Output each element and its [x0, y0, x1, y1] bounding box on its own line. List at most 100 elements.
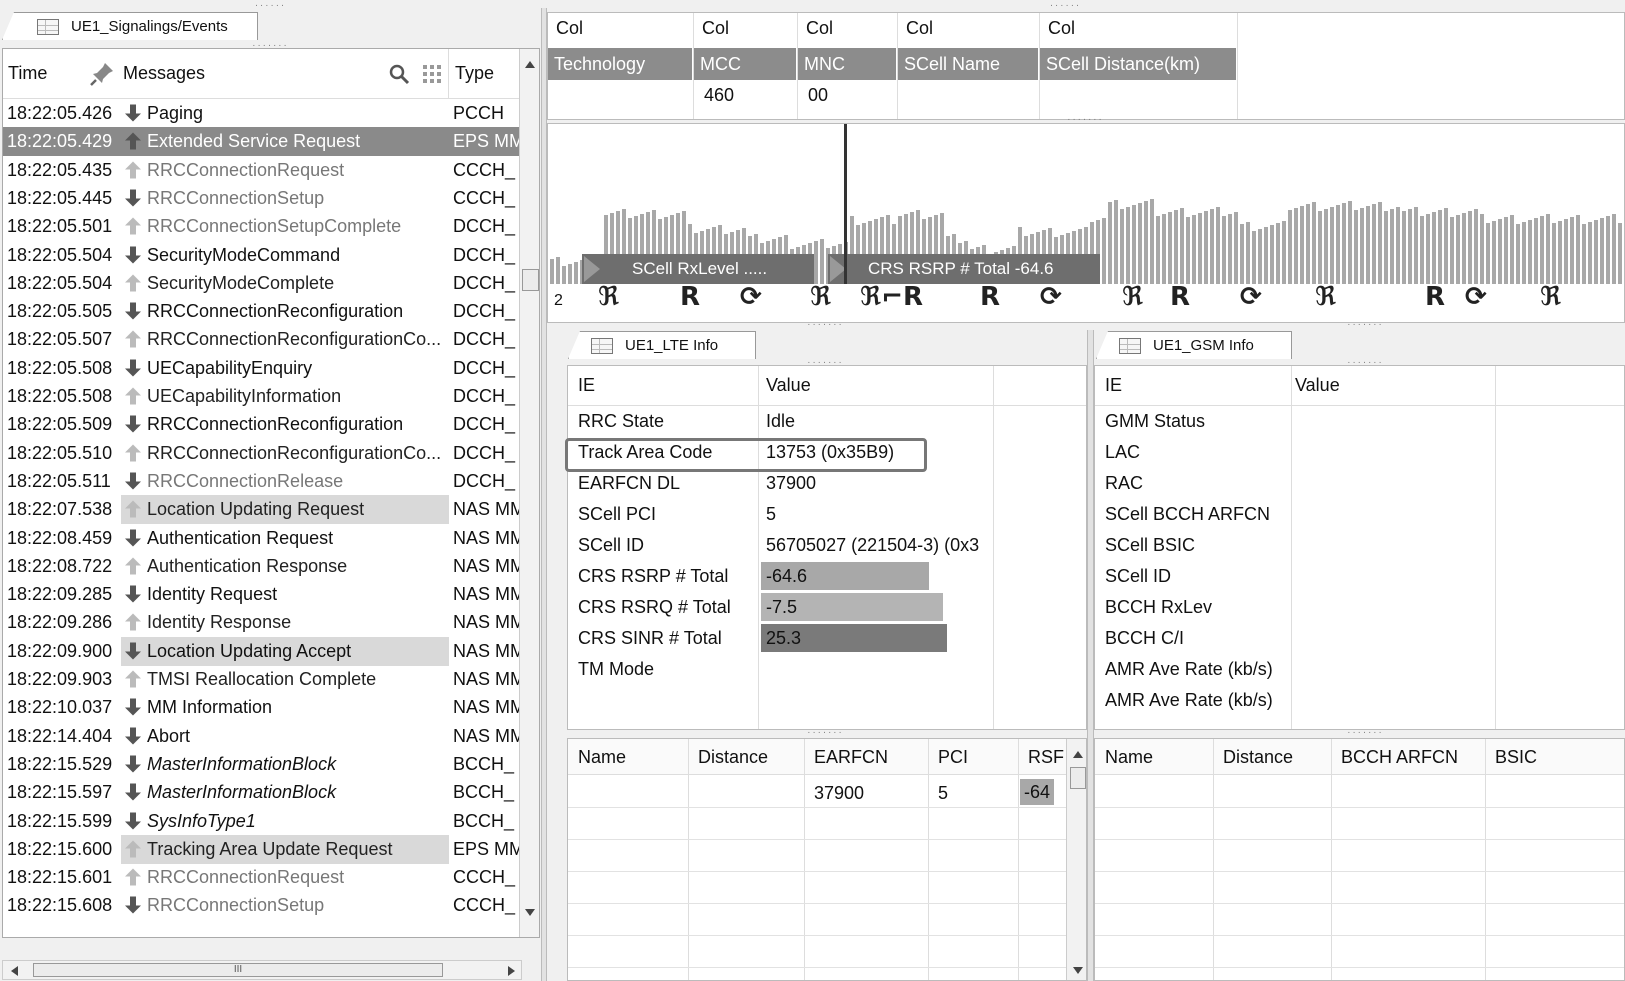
table-row[interactable]: 18:22:05.508 UECapabilityEnquiry DCCH_	[3, 354, 519, 383]
table-row[interactable]: 18:22:05.504 SecurityModeComplete DCCH_	[3, 269, 519, 298]
neighbor-col-header[interactable]: Distance	[698, 747, 768, 768]
scroll-up-arrow[interactable]	[525, 61, 535, 68]
gsm-header-value[interactable]: Value	[1295, 375, 1340, 396]
hscroll-thumb[interactable]: III	[33, 963, 443, 977]
table-row[interactable]: 18:22:07.538 Location Updating Request NAS…	[3, 495, 519, 525]
gsm-info-row[interactable]: BCCH RxLev	[1095, 592, 1624, 622]
field-header[interactable]: MCC	[694, 48, 797, 80]
neighbor-col-header[interactable]: BSIC	[1495, 747, 1537, 768]
tab-gsm-info[interactable]: UE1_GSM Info	[1096, 331, 1292, 359]
field-header[interactable]: SCell Distance(km)	[1040, 48, 1237, 80]
lte-info-row[interactable]: CRS SINR # Total 25.3	[568, 623, 1086, 653]
scrollbar-thumb[interactable]	[522, 269, 539, 291]
field-header[interactable]: Technology	[548, 48, 693, 80]
table-row[interactable]: 18:22:09.286 Identity Response NAS MM	[3, 608, 519, 637]
table-row[interactable]: 18:22:05.504 SecurityModeCommand DCCH_	[3, 241, 519, 270]
rrc-marker-icon[interactable]: R	[1170, 282, 1190, 312]
reselect-marker-icon[interactable]: ⟳	[740, 282, 762, 312]
tab-lte-info[interactable]: UE1_LTE Info	[568, 331, 756, 359]
lte-info-row[interactable]: RRC State Idle	[568, 406, 1086, 436]
search-icon[interactable]	[388, 63, 410, 85]
table-row[interactable]: 18:22:05.429 Extended Service Request EPS …	[3, 127, 519, 157]
col-header-type[interactable]: Type	[455, 63, 494, 84]
scroll-right-arrow[interactable]	[508, 966, 515, 976]
table-row[interactable]: 18:22:10.037 MM Information NAS MM	[3, 693, 519, 722]
col-header-time[interactable]: Time	[8, 63, 47, 84]
table-row[interactable]: 18:22:05.501 RRCConnectionSetupComplete DC…	[3, 212, 519, 241]
gsm-info-row[interactable]: AMR Ave Rate (kb/s)	[1095, 685, 1624, 715]
rrc-marker-icon[interactable]: ℜ	[810, 282, 831, 312]
neighbor-col-header[interactable]: Name	[578, 747, 626, 768]
vertical-splitter[interactable]	[1087, 330, 1094, 981]
rrc-marker-icon[interactable]: R	[680, 282, 700, 312]
col-label[interactable]: Col	[806, 18, 833, 39]
splitter-grip[interactable]: ·······	[1345, 322, 1385, 329]
neighbor-col-header[interactable]: RSF	[1028, 747, 1064, 768]
gsm-header-ie[interactable]: IE	[1105, 375, 1122, 396]
table-row[interactable]: 18:22:05.505 RRCConnectionReconfiguration…	[3, 297, 519, 326]
table-row[interactable]: 18:22:05.510 RRCConnectionReconfiguration…	[3, 439, 519, 468]
reselect-marker-icon[interactable]: ⟳	[1465, 282, 1487, 312]
col-label[interactable]: Col	[906, 18, 933, 39]
splitter-grip[interactable]: ······	[1045, 3, 1085, 10]
table-row[interactable]: 18:22:05.435 RRCConnectionRequest CCCH_	[3, 156, 519, 185]
col-label[interactable]: Col	[556, 18, 583, 39]
table-row[interactable]: 18:22:14.404 Abort NAS MM	[3, 722, 519, 751]
neighbor-col-header[interactable]: PCI	[938, 747, 968, 768]
neighbor-col-header[interactable]: EARFCN	[814, 747, 888, 768]
table-row[interactable]: 18:22:09.285 Identity Request NAS MM	[3, 580, 519, 609]
horizontal-scrollbar[interactable]: III	[2, 960, 522, 980]
gsm-info-row[interactable]: SCell ID	[1095, 561, 1624, 591]
vertical-scrollbar[interactable]	[1066, 739, 1086, 980]
gsm-info-row[interactable]: SCell BSIC	[1095, 530, 1624, 560]
table-row[interactable]: 18:22:05.509 RRCConnectionReconfiguration…	[3, 410, 519, 439]
neighbor-col-header[interactable]: Distance	[1223, 747, 1293, 768]
scroll-up-arrow[interactable]	[1073, 751, 1083, 758]
tab-signalings[interactable]: UE1_Signalings/Events	[2, 12, 258, 40]
neighbor-col-header[interactable]: Name	[1105, 747, 1153, 768]
table-row[interactable]: 18:22:05.426 Paging PCCH	[3, 99, 519, 128]
col-label[interactable]: Col	[1048, 18, 1075, 39]
table-row[interactable]: 18:22:05.511 RRCConnectionRelease DCCH_	[3, 467, 519, 496]
table-row[interactable]: 18:22:15.529 MasterInformationBlock BCCH_	[3, 750, 519, 779]
table-row[interactable]: 18:22:05.507 RRCConnectionReconfiguration…	[3, 325, 519, 354]
rrc-marker-icon[interactable]: ℜ	[1122, 282, 1143, 312]
neighbor-col-header[interactable]: BCCH ARFCN	[1341, 747, 1458, 768]
table-row[interactable]: 18:22:15.599 SysInfoType1 BCCH_	[3, 807, 519, 836]
table-row[interactable]: 18:22:08.722 Authentication Response NAS M…	[3, 552, 519, 581]
lte-header-ie[interactable]: IE	[578, 375, 595, 396]
rrc-marker-icon[interactable]: R	[1425, 282, 1445, 312]
scroll-down-arrow[interactable]	[525, 909, 535, 916]
splitter-grip[interactable]: ·······	[805, 322, 845, 329]
scrollbar-thumb[interactable]	[1070, 767, 1086, 789]
table-row[interactable]: 18:22:15.601 RRCConnectionRequest CCCH_	[3, 863, 519, 892]
field-header[interactable]: MNC	[798, 48, 897, 80]
gsm-info-row[interactable]: GMM Status	[1095, 406, 1624, 436]
scroll-down-arrow[interactable]	[1073, 967, 1083, 974]
chart-legend-rsrp[interactable]: CRS RSRP # Total -64.6	[828, 254, 1100, 284]
lte-info-row[interactable]: CRS RSRP # Total -64.6	[568, 561, 1086, 591]
table-row[interactable]: 18:22:15.600 Tracking Area Update Request…	[3, 834, 519, 864]
chart-cursor[interactable]	[844, 124, 847, 284]
vertical-scrollbar[interactable]	[519, 49, 539, 937]
chart-legend-rxlevel[interactable]: SCell RxLevel .....	[582, 254, 814, 284]
rrc-marker-icon[interactable]: ℜ⌐R	[860, 282, 923, 312]
table-row[interactable]: 18:22:15.608 RRCConnectionSetup CCCH_	[3, 891, 519, 920]
lte-header-value[interactable]: Value	[766, 375, 811, 396]
lte-info-row[interactable]: TM Mode	[568, 654, 1086, 684]
field-header[interactable]: SCell Name	[898, 48, 1039, 80]
lte-info-row[interactable]: EARFCN DL 37900	[568, 468, 1086, 498]
gsm-info-row[interactable]: RAC	[1095, 468, 1624, 498]
table-row[interactable]: 18:22:05.445 RRCConnectionSetup CCCH_	[3, 184, 519, 213]
reselect-marker-icon[interactable]: ⟳	[1040, 282, 1062, 312]
splitter-grip[interactable]: ·······	[805, 730, 845, 737]
col-header-messages[interactable]: Messages	[123, 63, 205, 84]
rrc-marker-icon[interactable]: ℜ	[1315, 282, 1336, 312]
rrc-marker-icon[interactable]: ℜ	[1540, 282, 1561, 312]
rrc-marker-icon[interactable]: R	[980, 282, 1000, 312]
col-label[interactable]: Col	[702, 18, 729, 39]
lte-info-row[interactable]: SCell PCI 5	[568, 499, 1086, 529]
lte-info-row[interactable]: SCell ID 56705027 (221504-3) (0x3	[568, 530, 1086, 560]
grid-icon[interactable]	[423, 65, 441, 83]
splitter-grip[interactable]: ·······	[1065, 117, 1105, 124]
